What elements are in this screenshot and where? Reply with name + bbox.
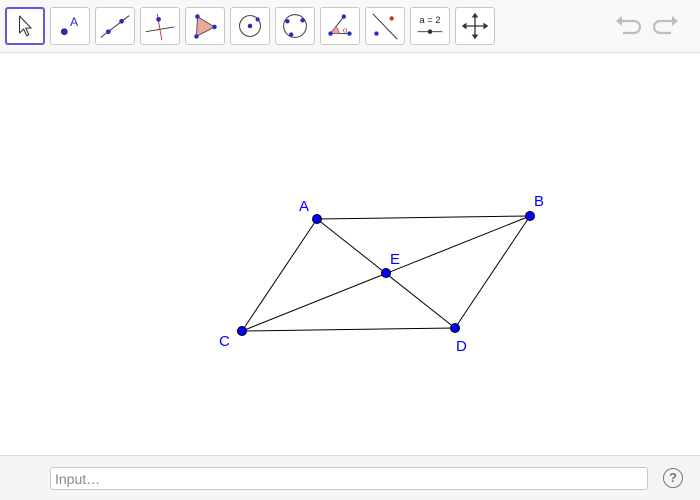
angle-icon: α: [328, 14, 352, 36]
geogebra-app: A α a = 2 A B C D E Input… ?: [0, 0, 700, 500]
undo-icon: [616, 16, 642, 35]
move-tool-button[interactable]: [5, 7, 45, 45]
point-a[interactable]: [312, 214, 322, 224]
segment-bd[interactable]: [454, 215, 531, 329]
help-icon: ?: [669, 470, 677, 485]
slider-tool-button[interactable]: a = 2: [410, 7, 450, 45]
label-d[interactable]: D: [456, 338, 467, 355]
input-bar: ?: [0, 455, 700, 500]
slider-icon: a = 2: [417, 15, 443, 34]
circle-center-point-tool-button[interactable]: [230, 7, 270, 45]
label-e[interactable]: E: [390, 251, 400, 268]
polygon-tool-button[interactable]: [185, 7, 225, 45]
undo-button[interactable]: [612, 12, 644, 40]
point-d[interactable]: [450, 323, 460, 333]
svg-text:α: α: [343, 26, 348, 35]
reflect-about-line-icon: [372, 13, 398, 40]
algebra-input[interactable]: [50, 467, 648, 490]
point-tool-label: A: [70, 15, 79, 29]
redo-icon: [652, 16, 678, 35]
reflect-tool-button[interactable]: [365, 7, 405, 45]
label-b[interactable]: B: [534, 193, 544, 210]
circle-three-points-tool-button[interactable]: [275, 7, 315, 45]
line-through-points-icon: [100, 15, 130, 38]
construction-canvas[interactable]: A B C D E: [0, 53, 700, 455]
line-tool-button[interactable]: [95, 7, 135, 45]
point-e[interactable]: [381, 268, 391, 278]
polygon-icon: [194, 14, 217, 39]
move-arrows-icon: [461, 12, 489, 40]
angle-tool-button[interactable]: α: [320, 7, 360, 45]
help-button[interactable]: ?: [663, 468, 683, 488]
perpendicular-line-icon: [145, 13, 175, 41]
circle-center-icon: [239, 15, 261, 37]
perpendicular-line-tool-button[interactable]: [140, 7, 180, 45]
segment-ab[interactable]: [316, 215, 531, 220]
graphics-view[interactable]: A B C D E: [0, 53, 700, 455]
point-b[interactable]: [525, 211, 535, 221]
redo-button[interactable]: [650, 12, 682, 40]
label-c[interactable]: C: [219, 333, 230, 350]
point-c[interactable]: [237, 326, 247, 336]
toolbar: A α a = 2: [0, 0, 700, 53]
segment-cd[interactable]: [241, 327, 456, 332]
cursor-arrow-icon: [18, 15, 32, 37]
move-graphics-view-tool-button[interactable]: [455, 7, 495, 45]
point-icon: A: [61, 15, 79, 35]
label-a[interactable]: A: [299, 198, 309, 215]
slider-tool-label: a = 2: [419, 15, 440, 26]
point-tool-button[interactable]: A: [50, 7, 90, 45]
circle-three-points-icon: [283, 14, 307, 38]
segment-ac[interactable]: [241, 218, 318, 332]
